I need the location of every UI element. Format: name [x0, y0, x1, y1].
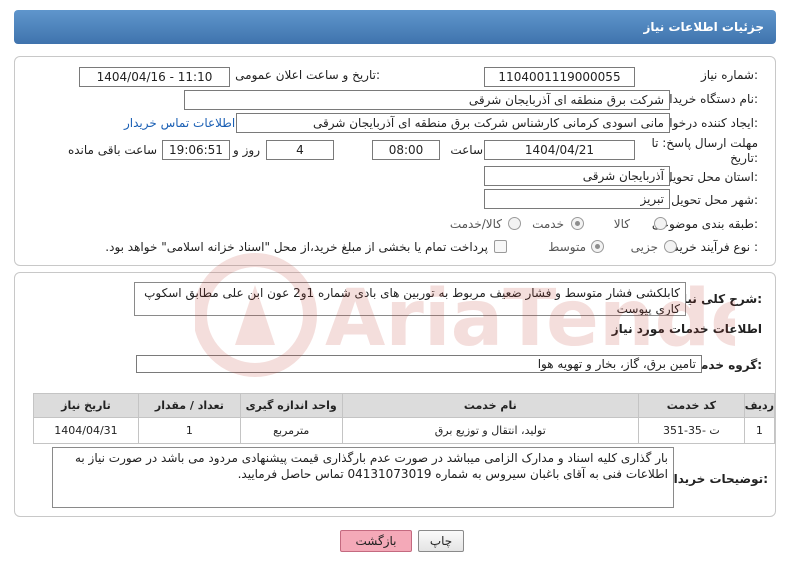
announce-datetime-label: تاریخ و ساعت اعلان عمومی: [235, 68, 380, 82]
buyer-org-field[interactable]: شرکت برق منطقه ای آذربایجان شرقی [184, 90, 670, 110]
remaining-time-label: ساعت باقی مانده [67, 143, 157, 157]
treasury-payment-note: پرداخت تمام یا بخشی از مبلغ خرید،از محل … [105, 240, 488, 254]
deadline-hour-label: ساعت [450, 143, 483, 157]
table-row: 1 ت -35-351 تولید، انتقال و توزیع برق مت… [33, 417, 776, 444]
cell-service-name: تولید، انتقال و توزیع برق [341, 417, 639, 444]
buyer-notes-label: توضیحات خریدار: [666, 472, 768, 486]
category-radio-goods[interactable] [654, 217, 667, 230]
cell-unit: مترمربع [239, 417, 343, 444]
col-service-code: کد خدمت [637, 393, 745, 418]
buyer-notes-text[interactable]: بار گذاری کلیه اسناد و مدارک الزامی میبا… [52, 447, 674, 508]
treasury-payment-checkbox[interactable] [494, 240, 507, 253]
deadline-date-field[interactable]: 1404/04/21 [484, 140, 635, 160]
col-service-name: نام خدمت [341, 393, 639, 418]
process-radio-minor[interactable] [664, 240, 677, 253]
deadline-time-field[interactable]: 08:00 [372, 140, 440, 160]
col-quantity: تعداد / مقدار [137, 393, 241, 418]
process-option-minor: جزیی [630, 240, 658, 254]
cell-need-date: 1404/04/31 [33, 417, 139, 444]
services-table-header: ردیف کد خدمت نام خدمت واحد اندازه گیری ت… [33, 393, 776, 418]
col-row: ردیف [743, 393, 776, 418]
city-label: شهر محل تحویل: [671, 193, 758, 207]
deadline-label: مهلت ارسال پاسخ: تا [651, 136, 758, 150]
cell-service-code: ت -35-351 [637, 417, 745, 444]
remaining-days-field: 4 [266, 140, 334, 160]
remaining-time-field: 19:06:51 [162, 140, 230, 160]
need-summary-text[interactable]: کابلکشی فشار متوسط و فشار ضعیف مربوط به … [134, 282, 686, 316]
category-option-service: خدمت [532, 217, 564, 231]
remaining-days-label: روز و [233, 143, 260, 157]
buyer-org-label: نام دستگاه خریدار: [663, 92, 759, 106]
col-unit: واحد اندازه گیری [239, 393, 343, 418]
print-button[interactable]: چاپ [418, 530, 464, 552]
services-section-title: اطلاعات خدمات مورد نیاز [611, 322, 762, 336]
province-field[interactable]: آذربایجان شرقی [484, 166, 670, 186]
category-radio-goods-service[interactable] [508, 217, 521, 230]
need-number-field[interactable]: 1104001119000055 [484, 67, 635, 87]
panel-title-bar: جزئیات اطلاعات نیاز [14, 10, 776, 44]
deadline-date-label: تاریخ: [730, 151, 758, 165]
back-button[interactable]: بازگشت [340, 530, 412, 552]
announce-datetime-field[interactable]: 1404/04/16 - 11:10 [79, 67, 230, 87]
province-label: استان محل تحویل: [663, 170, 758, 184]
need-summary-label: شرح کلی نیاز: [676, 292, 762, 306]
creator-field[interactable]: مانی اسودی کرمانی کارشناس شرکت برق منطقه… [236, 113, 670, 133]
category-option-goods-service: کالا/خدمت [449, 217, 502, 231]
need-info-box [14, 56, 776, 266]
services-table: ردیف کد خدمت نام خدمت واحد اندازه گیری ت… [33, 393, 776, 444]
cell-row: 1 [743, 417, 776, 444]
cell-quantity: 1 [137, 417, 241, 444]
category-option-goods: کالا [613, 217, 630, 231]
city-field[interactable]: تبریز [484, 189, 670, 209]
category-radio-service[interactable] [571, 217, 584, 230]
col-need-date: تاریخ نیاز [33, 393, 139, 418]
need-number-label: شماره نیاز: [700, 68, 758, 82]
process-option-medium: متوسط [548, 240, 586, 254]
panel-title: جزئیات اطلاعات نیاز [643, 20, 764, 34]
buyer-contact-link[interactable]: اطلاعات تماس خریدار [124, 116, 235, 130]
process-radio-medium[interactable] [591, 240, 604, 253]
category-label: طبقه بندی موضوعی: [651, 217, 758, 231]
service-group-field[interactable]: تامین برق، گاز، بخار و تهویه هوا [136, 355, 702, 373]
process-label: نوع فرآیند خرید : [673, 240, 758, 254]
